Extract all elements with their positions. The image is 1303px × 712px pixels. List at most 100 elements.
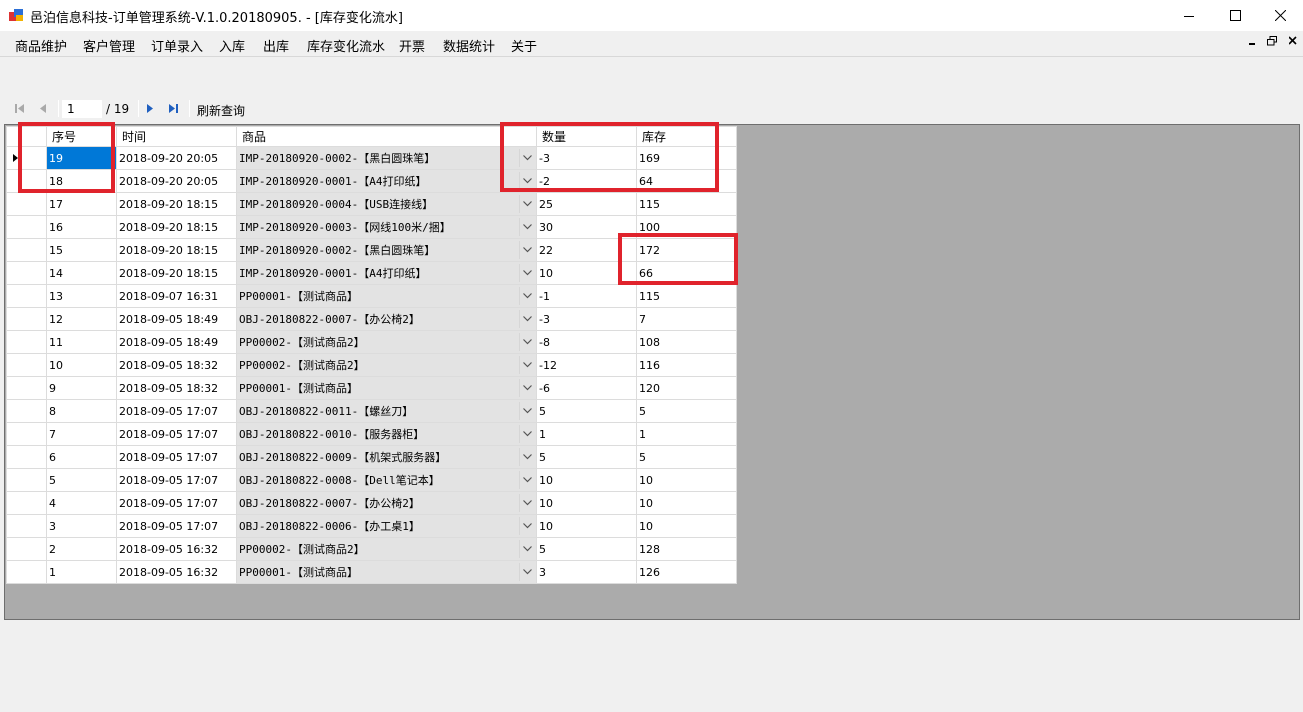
cell-time[interactable]: 2018-09-20 18:15	[116, 215, 237, 239]
cell-time[interactable]: 2018-09-05 17:07	[116, 468, 237, 492]
next-page-icon[interactable]	[143, 101, 157, 115]
product-dropdown-button[interactable]	[519, 448, 535, 466]
cell-qty[interactable]: 10	[536, 491, 637, 515]
row-header[interactable]	[6, 514, 47, 538]
cell-seq[interactable]: 12	[46, 307, 117, 331]
table-row[interactable]: 8 2018-09-05 17:07 OBJ-20180822-0011-【螺丝刀】…	[6, 399, 737, 423]
cell-seq[interactable]: 5	[46, 468, 117, 492]
row-header[interactable]	[6, 330, 47, 354]
cell-seq[interactable]: 13	[46, 284, 117, 308]
row-header[interactable]	[6, 353, 47, 377]
product-dropdown-button[interactable]	[519, 218, 535, 236]
cell-time[interactable]: 2018-09-05 18:32	[116, 376, 237, 400]
table-row[interactable]: 17 2018-09-20 18:15 IMP-20180920-0004-【USB…	[6, 192, 737, 216]
cell-qty[interactable]: 1	[536, 422, 637, 446]
product-dropdown-button[interactable]	[519, 471, 535, 489]
row-header[interactable]	[6, 422, 47, 446]
cell-stock[interactable]: 10	[636, 468, 737, 492]
cell-seq[interactable]: 9	[46, 376, 117, 400]
product-dropdown-button[interactable]	[519, 241, 535, 259]
cell-seq[interactable]: 7	[46, 422, 117, 446]
cell-qty[interactable]: -12	[536, 353, 637, 377]
product-dropdown-button[interactable]	[519, 425, 535, 443]
cell-stock[interactable]: 7	[636, 307, 737, 331]
table-row[interactable]: 3 2018-09-05 17:07 OBJ-20180822-0006-【办工桌1…	[6, 514, 737, 538]
cell-stock[interactable]: 10	[636, 491, 737, 515]
table-row[interactable]: 6 2018-09-05 17:07 OBJ-20180822-0009-【机架式服…	[6, 445, 737, 469]
cell-seq[interactable]: 10	[46, 353, 117, 377]
cell-time[interactable]: 2018-09-05 16:32	[116, 560, 237, 584]
table-row[interactable]: 4 2018-09-05 17:07 OBJ-20180822-0007-【办公椅2…	[6, 491, 737, 515]
cell-product[interactable]: OBJ-20180822-0008-【Dell笔记本】	[236, 468, 537, 492]
previous-page-icon[interactable]	[36, 101, 50, 115]
table-row[interactable]: 1 2018-09-05 16:32 PP00001-【测试商品】 3 126	[6, 560, 737, 584]
cell-seq[interactable]: 8	[46, 399, 117, 423]
last-page-icon[interactable]	[166, 101, 180, 115]
close-button[interactable]	[1257, 0, 1303, 31]
row-header[interactable]	[6, 261, 47, 285]
cell-product[interactable]: IMP-20180920-0002-【黑白圆珠笔】	[236, 238, 537, 262]
cell-product[interactable]: OBJ-20180822-0011-【螺丝刀】	[236, 399, 537, 423]
cell-stock[interactable]: 5	[636, 399, 737, 423]
row-header[interactable]	[6, 215, 47, 239]
product-dropdown-button[interactable]	[519, 264, 535, 282]
cell-stock[interactable]: 115	[636, 192, 737, 216]
cell-stock[interactable]: 115	[636, 284, 737, 308]
mdi-close-button[interactable]	[1288, 36, 1297, 49]
cell-product[interactable]: OBJ-20180822-0009-【机架式服务器】	[236, 445, 537, 469]
cell-stock[interactable]: 116	[636, 353, 737, 377]
product-dropdown-button[interactable]	[519, 287, 535, 305]
product-dropdown-button[interactable]	[519, 563, 535, 581]
menu-item-stock-flow[interactable]: 库存变化流水	[307, 36, 385, 55]
cell-seq[interactable]: 17	[46, 192, 117, 216]
menu-item-order-entry[interactable]: 订单录入	[151, 36, 203, 55]
cell-product[interactable]: PP00002-【测试商品2】	[236, 330, 537, 354]
cell-product[interactable]: IMP-20180920-0001-【A4打印纸】	[236, 169, 537, 193]
product-dropdown-button[interactable]	[519, 195, 535, 213]
cell-qty[interactable]: 5	[536, 445, 637, 469]
cell-product[interactable]: OBJ-20180822-0010-【服务器柜】	[236, 422, 537, 446]
table-row[interactable]: 10 2018-09-05 18:32 PP00002-【测试商品2】 -12 116	[6, 353, 737, 377]
row-header[interactable]	[6, 284, 47, 308]
cell-time[interactable]: 2018-09-05 17:07	[116, 399, 237, 423]
row-header[interactable]	[6, 399, 47, 423]
cell-stock[interactable]: 126	[636, 560, 737, 584]
row-header[interactable]	[6, 445, 47, 469]
product-dropdown-button[interactable]	[519, 333, 535, 351]
row-header[interactable]	[6, 560, 47, 584]
row-header[interactable]	[6, 376, 47, 400]
menu-item-stock-in[interactable]: 入库	[219, 36, 245, 55]
cell-product[interactable]: IMP-20180920-0001-【A4打印纸】	[236, 261, 537, 285]
product-dropdown-button[interactable]	[519, 379, 535, 397]
cell-time[interactable]: 2018-09-05 17:07	[116, 422, 237, 446]
cell-product[interactable]: PP00001-【测试商品】	[236, 560, 537, 584]
cell-stock[interactable]: 5	[636, 445, 737, 469]
cell-product[interactable]: OBJ-20180822-0007-【办公椅2】	[236, 491, 537, 515]
menu-item-about[interactable]: 关于	[511, 36, 537, 55]
cell-stock[interactable]: 120	[636, 376, 737, 400]
table-row[interactable]: 7 2018-09-05 17:07 OBJ-20180822-0010-【服务器柜…	[6, 422, 737, 446]
row-header[interactable]	[6, 307, 47, 331]
cell-seq[interactable]: 14	[46, 261, 117, 285]
cell-product[interactable]: PP00002-【测试商品2】	[236, 353, 537, 377]
cell-seq[interactable]: 3	[46, 514, 117, 538]
product-dropdown-button[interactable]	[519, 402, 535, 420]
cell-time[interactable]: 2018-09-20 20:05	[116, 146, 237, 170]
cell-qty[interactable]: -6	[536, 376, 637, 400]
cell-time[interactable]: 2018-09-05 17:07	[116, 491, 237, 515]
menu-item-stock-out[interactable]: 出库	[263, 36, 289, 55]
cell-product[interactable]: OBJ-20180822-0007-【办公椅2】	[236, 307, 537, 331]
cell-time[interactable]: 2018-09-20 18:15	[116, 192, 237, 216]
product-dropdown-button[interactable]	[519, 517, 535, 535]
cell-seq[interactable]: 16	[46, 215, 117, 239]
row-header[interactable]	[6, 468, 47, 492]
cell-qty[interactable]: 10	[536, 514, 637, 538]
table-row[interactable]: 12 2018-09-05 18:49 OBJ-20180822-0007-【办公椅…	[6, 307, 737, 331]
cell-time[interactable]: 2018-09-07 16:31	[116, 284, 237, 308]
product-dropdown-button[interactable]	[519, 540, 535, 558]
table-row[interactable]: 11 2018-09-05 18:49 PP00002-【测试商品2】 -8 108	[6, 330, 737, 354]
cell-qty[interactable]: -8	[536, 330, 637, 354]
cell-qty[interactable]: 5	[536, 537, 637, 561]
column-header-time[interactable]: 时间	[116, 126, 237, 147]
cell-qty[interactable]: 10	[536, 468, 637, 492]
